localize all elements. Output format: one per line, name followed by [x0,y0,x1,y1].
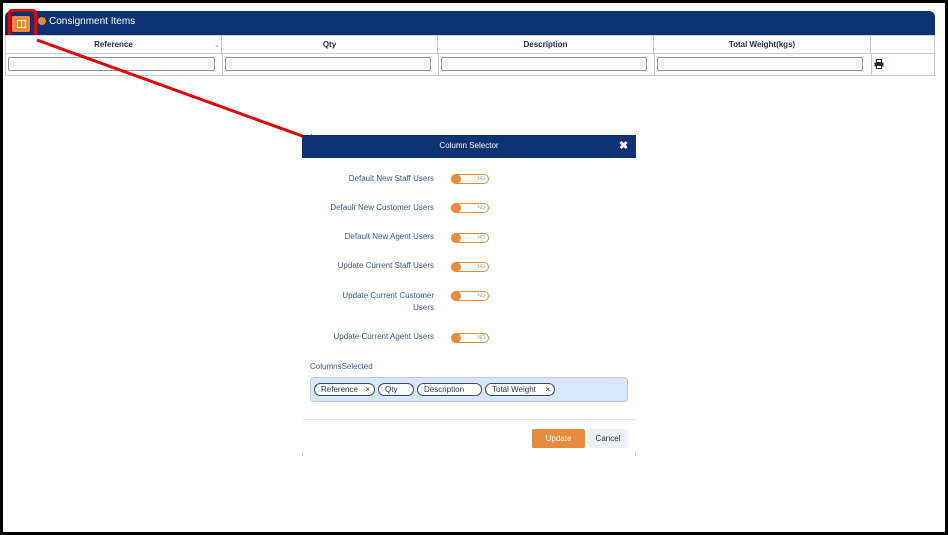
close-icon[interactable]: × [545,384,550,396]
chip-description[interactable]: Description [417,383,482,396]
toggle-update-current-staff[interactable]: NO [451,262,489,272]
columns-selected-field[interactable]: Reference × Qty Description Total Weight × [310,377,628,402]
chip-qty[interactable]: Qty [378,383,414,396]
cancel-button[interactable]: Cancel [588,429,628,448]
column-selector-modal: Column Selector ✖ Default New Staff User… [302,135,636,455]
option-label-update-current-staff: Update Current Staff Users [337,261,434,270]
modal-header: Column Selector ✖ [302,135,636,158]
option-label-default-new-agent: Default New Agent Users [344,232,434,241]
update-button[interactable]: Update [532,429,585,448]
modal-edge-right [635,453,636,455]
toggle-default-new-agent[interactable]: NO [451,233,489,243]
toggle-default-new-customer[interactable]: NO [451,203,489,213]
option-label-default-new-staff: Default New Staff Users [348,174,434,183]
modal-footer-divider [302,419,636,420]
option-label-default-new-customer: Default New Customer Users [330,203,434,212]
chip-total-weight[interactable]: Total Weight × [485,383,555,396]
option-label-update-current-agent: Update Current Agent Users [333,332,435,341]
modal-edge-left [302,453,303,455]
columns-selected-label: ColumnsSelected [310,362,373,371]
modal-title: Column Selector [439,141,499,150]
option-label-update-current-customer: Update Current Customer Users [342,291,434,312]
close-icon[interactable]: × [365,384,370,396]
chip-reference[interactable]: Reference × [314,383,375,396]
close-icon[interactable]: ✖ [619,139,628,152]
toggle-default-new-staff[interactable]: NO [451,174,489,184]
toggle-update-current-customer[interactable]: NO [451,291,489,301]
toggle-update-current-agent[interactable]: NO [451,333,489,343]
